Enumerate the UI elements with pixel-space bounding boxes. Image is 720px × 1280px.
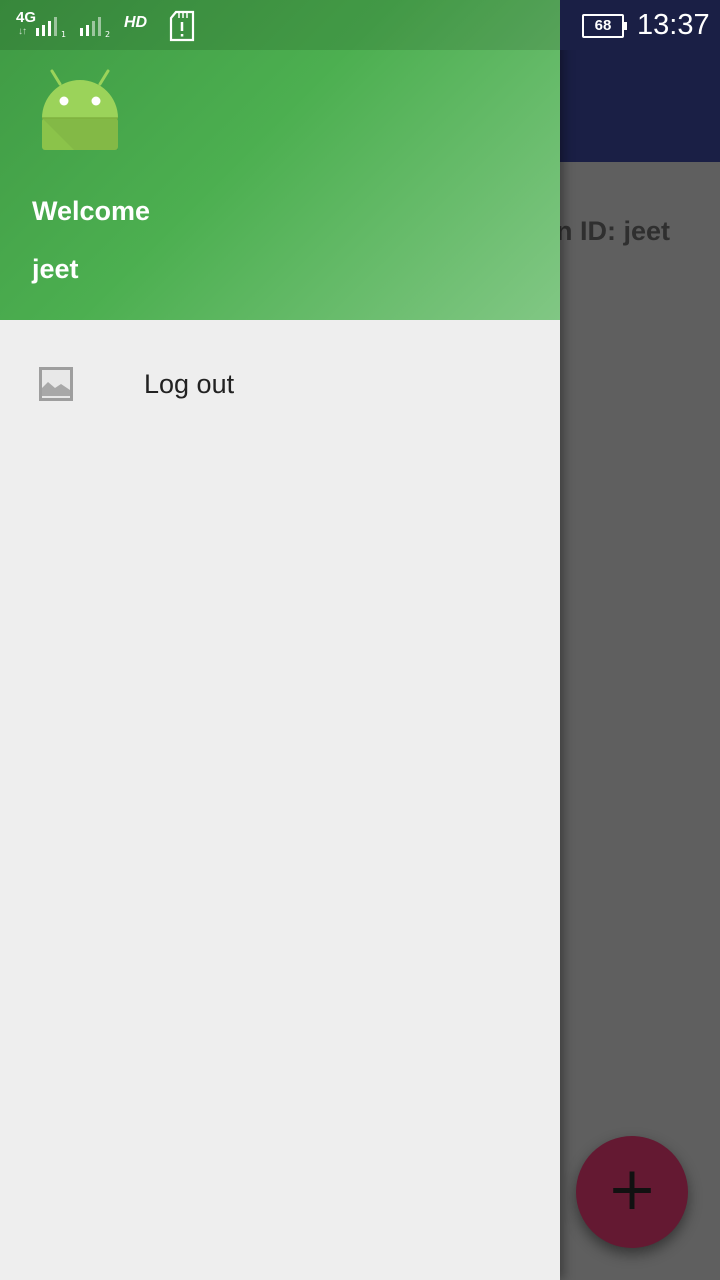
add-fab-button[interactable]: + xyxy=(576,1136,688,1248)
svg-text:1: 1 xyxy=(61,30,66,38)
sd-card-alert-icon xyxy=(169,10,195,42)
android-logo-icon xyxy=(42,69,118,150)
signal-sim1-icon: 1 xyxy=(36,17,66,38)
menu-item-log-out[interactable]: Log out xyxy=(0,340,560,432)
hd-voice-indicator: HD xyxy=(124,14,148,31)
navigation-drawer: Welcome jeet Log out xyxy=(0,0,560,1280)
image-placeholder-icon xyxy=(39,367,73,401)
signal-sim2-icon: 2 xyxy=(80,17,110,38)
network-type: 4G xyxy=(16,9,37,26)
svg-text:2: 2 xyxy=(105,30,110,38)
data-activity-icon: ↓↑ xyxy=(18,26,27,37)
menu-item-label: Log out xyxy=(144,369,235,399)
status-bar: 4G ↓↑ 1 2 HD 68 13:37 xyxy=(0,0,720,50)
username-text: jeet xyxy=(32,254,79,284)
add-icon: + xyxy=(606,1154,658,1224)
welcome-text: Welcome xyxy=(32,196,151,226)
battery-icon: 68 xyxy=(582,14,627,38)
status-time: 13:37 xyxy=(637,9,710,41)
